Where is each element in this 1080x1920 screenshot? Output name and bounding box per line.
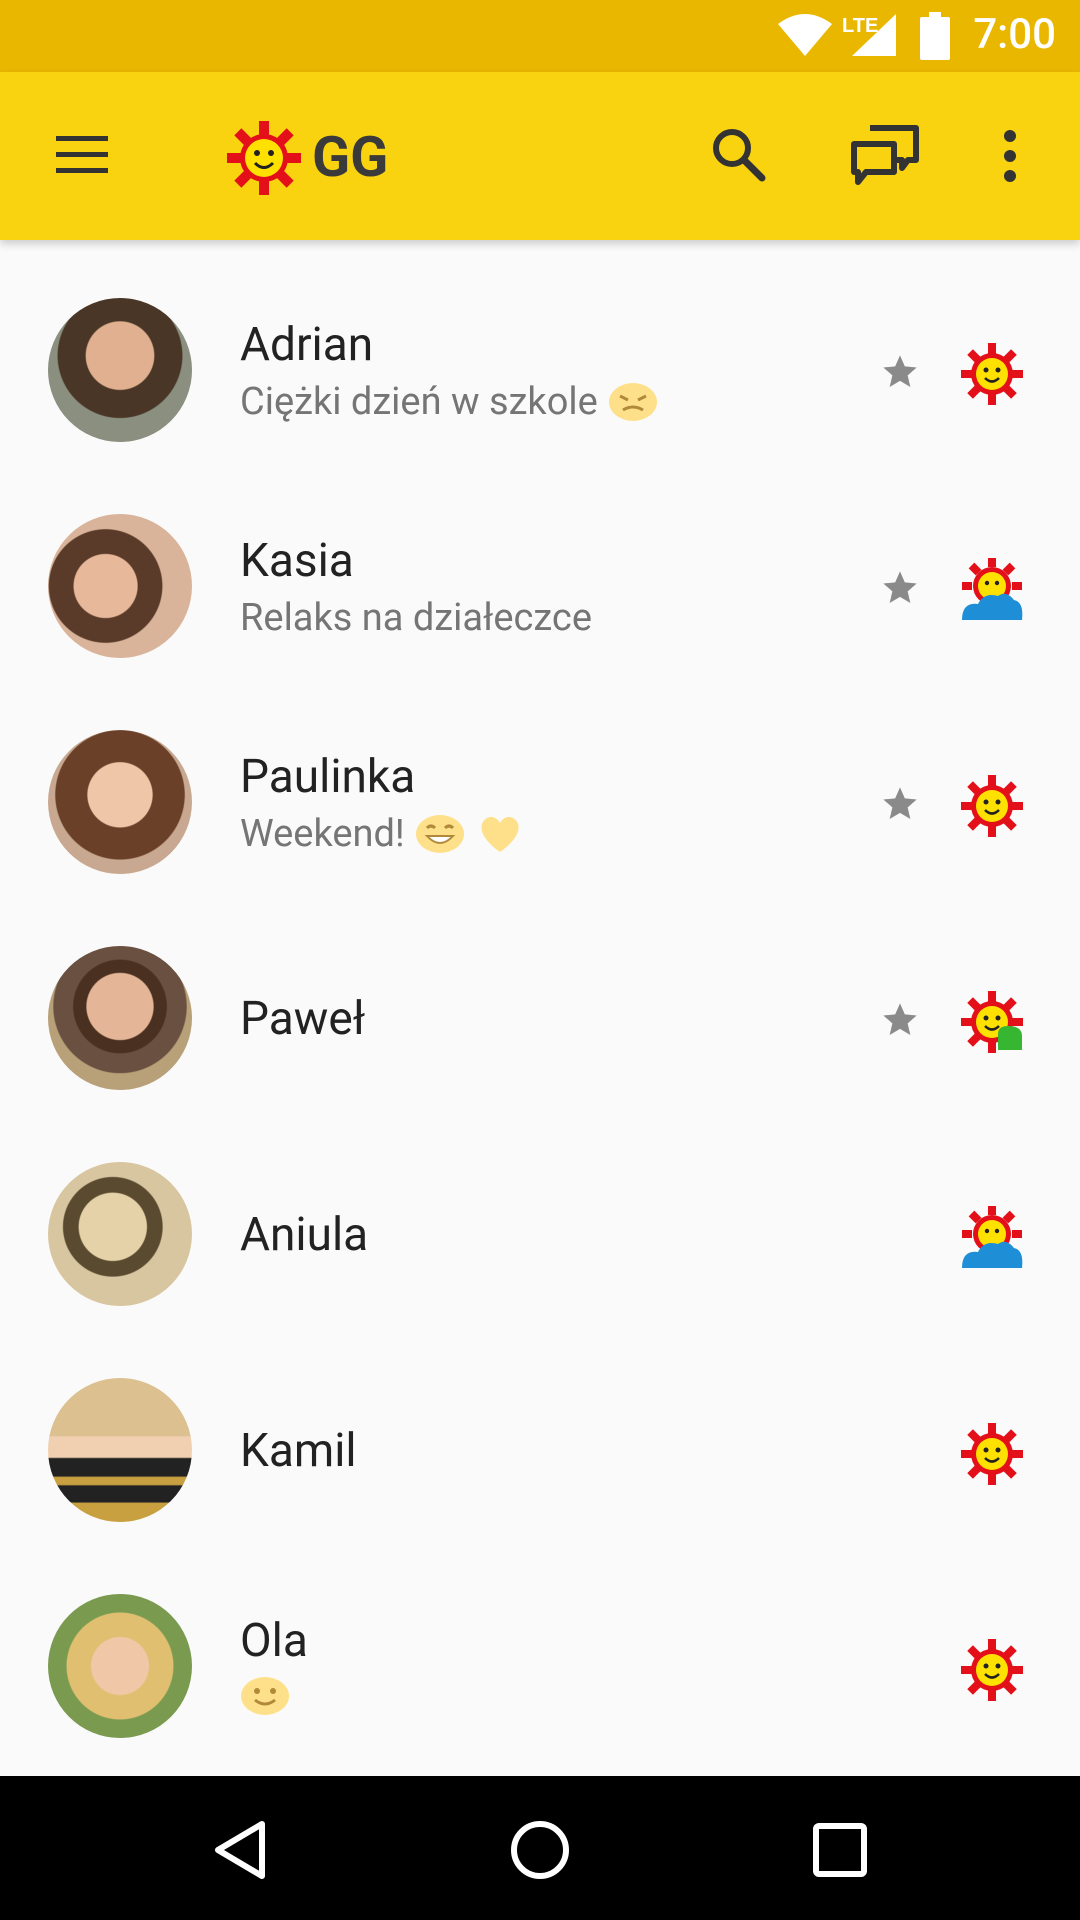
contact-status-text: Weekend! bbox=[240, 812, 405, 856]
app-title: GG bbox=[312, 124, 389, 190]
contact-row[interactable]: Paulinka Weekend! bbox=[0, 672, 1080, 888]
contact-row[interactable]: Kamil bbox=[0, 1320, 1080, 1536]
status-bar: LTE 7:00 bbox=[0, 0, 1080, 72]
smile-emoji-icon bbox=[241, 1677, 289, 1715]
contact-name: Kamil bbox=[240, 1424, 357, 1478]
contact-name: Adrian bbox=[240, 318, 374, 372]
battery-icon bbox=[920, 12, 950, 60]
contact-row[interactable]: Aniula bbox=[0, 1104, 1080, 1320]
gg-sun-logo-icon bbox=[227, 121, 301, 195]
more-options-icon[interactable] bbox=[1000, 128, 1020, 184]
navigation-bar bbox=[0, 1776, 1080, 1920]
app-bar: GG bbox=[0, 72, 1080, 240]
contact-row[interactable]: Paweł bbox=[0, 888, 1080, 1104]
contact-status-text: Relaks na działeczce bbox=[240, 596, 592, 640]
favorite-star-icon[interactable] bbox=[880, 784, 920, 824]
contact-status: Relaks na działeczce bbox=[240, 596, 592, 640]
lte-signal-icon: LTE bbox=[842, 14, 896, 56]
contact-status: Ciężki dzień w szkole bbox=[240, 380, 658, 424]
network-type-label: LTE bbox=[842, 15, 878, 37]
contact-status-text: Ciężki dzień w szkole bbox=[240, 380, 598, 424]
presence-online-icon bbox=[961, 1423, 1023, 1485]
presence-online-icon bbox=[961, 1639, 1023, 1701]
avatar bbox=[48, 514, 192, 658]
presence-away-icon bbox=[962, 1206, 1023, 1268]
search-icon[interactable] bbox=[708, 124, 768, 184]
contact-name: Aniula bbox=[240, 1208, 369, 1262]
contact-name: Paulinka bbox=[240, 750, 416, 804]
wifi-icon bbox=[778, 14, 832, 56]
contact-name: Kasia bbox=[240, 534, 354, 588]
contact-name: Ola bbox=[240, 1614, 308, 1668]
presence-chat-icon bbox=[961, 991, 1023, 1053]
avatar bbox=[48, 1162, 192, 1306]
favorite-star-icon[interactable] bbox=[880, 352, 920, 392]
contact-status bbox=[240, 1676, 290, 1716]
heart-emoji-icon bbox=[481, 816, 519, 852]
presence-online-icon bbox=[961, 775, 1023, 837]
grin-emoji-icon bbox=[415, 815, 464, 853]
avatar bbox=[48, 298, 192, 442]
contact-row[interactable]: Ola bbox=[0, 1536, 1080, 1752]
chats-icon[interactable] bbox=[850, 124, 920, 186]
angry-emoji-icon bbox=[608, 383, 657, 421]
avatar bbox=[48, 730, 192, 874]
contact-row[interactable]: Kasia Relaks na działeczce bbox=[0, 456, 1080, 672]
recent-apps-nav-icon[interactable] bbox=[812, 1822, 868, 1878]
hamburger-menu-icon[interactable] bbox=[52, 130, 112, 180]
back-nav-icon[interactable] bbox=[212, 1820, 268, 1880]
avatar bbox=[48, 1594, 192, 1738]
contact-name: Paweł bbox=[240, 992, 366, 1046]
presence-away-icon bbox=[962, 558, 1023, 620]
contact-row[interactable]: Adrian Ciężki dzień w szkole bbox=[0, 240, 1080, 456]
clock: 7:00 bbox=[973, 10, 1056, 59]
avatar bbox=[48, 1378, 192, 1522]
favorite-star-icon[interactable] bbox=[880, 568, 920, 608]
presence-online-icon bbox=[961, 343, 1023, 405]
avatar bbox=[48, 946, 192, 1090]
contact-status: Weekend! bbox=[240, 812, 525, 856]
favorite-star-icon[interactable] bbox=[880, 1000, 920, 1040]
home-nav-icon[interactable] bbox=[508, 1818, 572, 1882]
